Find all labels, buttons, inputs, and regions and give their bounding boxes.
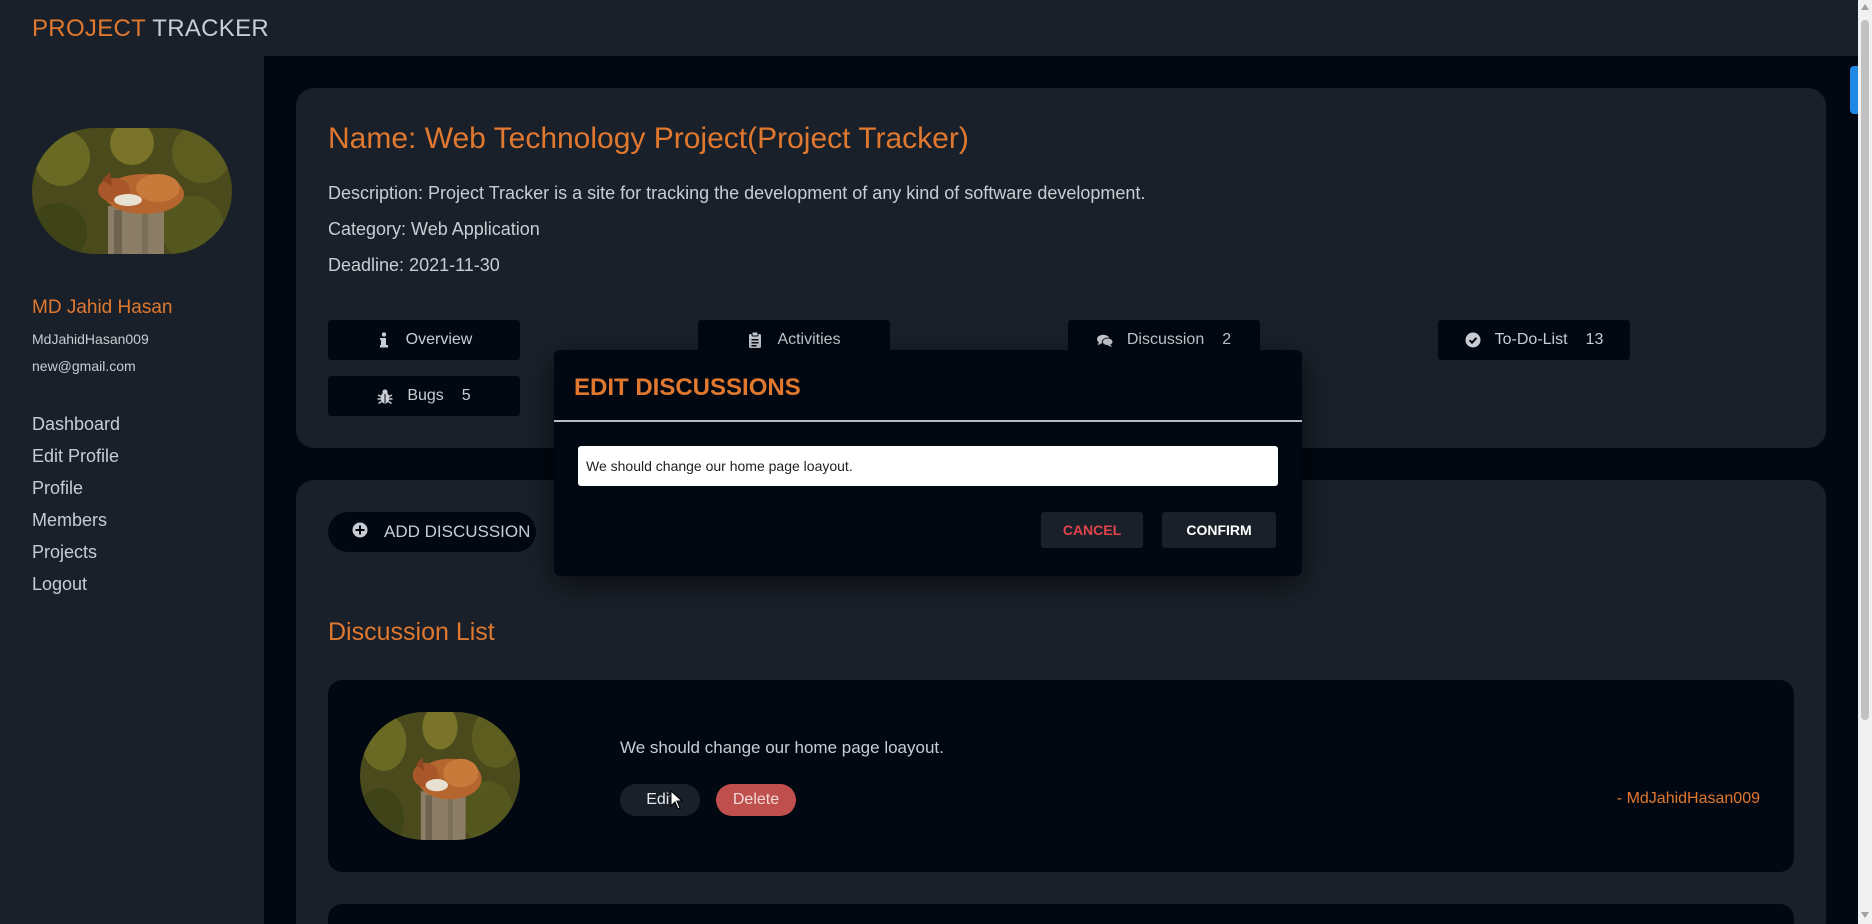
scrollbar[interactable]	[1858, 0, 1872, 924]
list-item	[328, 904, 1794, 924]
discussion-count-badge: 2	[1222, 331, 1232, 348]
project-deadline: Deadline: 2021-11-30	[328, 255, 500, 275]
brand-logo[interactable]: PROJECT TRACKER	[32, 15, 269, 43]
bug-icon	[377, 388, 393, 404]
bugs-count-badge: 5	[461, 387, 471, 404]
edit-discussion-modal: EDIT DISCUSSIONS CANCEL CONFIRM	[554, 350, 1302, 576]
scroll-up-icon[interactable]	[1861, 4, 1869, 10]
discussion-text: We should change our home page loayout.	[620, 738, 944, 757]
edit-button[interactable]: Edit	[620, 784, 700, 816]
confirm-button[interactable]: CONFIRM	[1162, 512, 1276, 548]
add-discussion-button[interactable]: ADD DISCUSSION	[328, 512, 536, 552]
modal-divider	[554, 420, 1302, 422]
tab-bugs-label: Bugs	[407, 387, 444, 404]
scroll-marker	[1850, 66, 1858, 114]
tab-bugs[interactable]: Bugs 5	[328, 376, 520, 416]
check-circle-icon	[1465, 332, 1481, 348]
user-handle: MdJahidHasan009	[32, 331, 149, 347]
avatar	[360, 712, 520, 840]
tab-discussion-label: Discussion	[1126, 331, 1205, 348]
fox-photo-icon	[360, 712, 520, 840]
tab-overview-label: Overview	[405, 331, 473, 348]
tab-todo-list-label: To-Do-List	[1494, 331, 1568, 348]
avatar	[32, 128, 232, 254]
discussion-list-title: Discussion List	[328, 618, 495, 646]
modal-title: EDIT DISCUSSIONS	[574, 374, 801, 401]
user-name: MD Jahid Hasan	[32, 297, 173, 318]
fox-photo-icon	[32, 128, 232, 254]
mouse-cursor-icon	[670, 790, 684, 810]
sidebar-nav: Dashboard Edit Profile Profile Members P…	[32, 413, 120, 605]
scroll-thumb[interactable]	[1861, 20, 1869, 720]
info-icon	[376, 332, 392, 348]
sidebar-item-dashboard[interactable]: Dashboard	[32, 413, 120, 445]
todo-count-badge: 13	[1585, 331, 1604, 348]
scroll-down-icon[interactable]	[1861, 912, 1869, 918]
clipboard-icon	[747, 332, 763, 348]
brand-part-1: PROJECT	[32, 15, 146, 42]
top-bar: PROJECT TRACKER	[0, 0, 1858, 56]
delete-button[interactable]: Delete	[716, 784, 796, 816]
sidebar-item-logout[interactable]: Logout	[32, 573, 120, 605]
sidebar-item-members[interactable]: Members	[32, 509, 120, 541]
tab-overview[interactable]: Overview	[328, 320, 520, 360]
project-category: Category: Web Application	[328, 219, 540, 239]
comments-icon	[1096, 332, 1113, 348]
project-name: Name: Web Technology Project(Project Tra…	[328, 122, 969, 155]
sidebar-item-projects[interactable]: Projects	[32, 541, 120, 573]
add-discussion-label: ADD DISCUSSION	[384, 522, 531, 541]
tab-todo-list[interactable]: To-Do-List 13	[1438, 320, 1630, 360]
discussion-author: - MdJahidHasan009	[1616, 790, 1760, 807]
discussion-edit-input[interactable]	[578, 446, 1278, 486]
list-item	[328, 680, 1794, 872]
sidebar: MD Jahid Hasan MdJahidHasan009 new@gmail…	[0, 56, 264, 924]
user-email: new@gmail.com	[32, 358, 136, 374]
tab-activities-label: Activities	[777, 331, 841, 348]
plus-circle-icon	[352, 522, 368, 543]
sidebar-item-profile[interactable]: Profile	[32, 477, 120, 509]
sidebar-item-edit-profile[interactable]: Edit Profile	[32, 445, 120, 477]
brand-part-2: TRACKER	[152, 15, 270, 42]
project-description: Description: Project Tracker is a site f…	[328, 183, 1146, 203]
cancel-button[interactable]: CANCEL	[1041, 512, 1143, 548]
